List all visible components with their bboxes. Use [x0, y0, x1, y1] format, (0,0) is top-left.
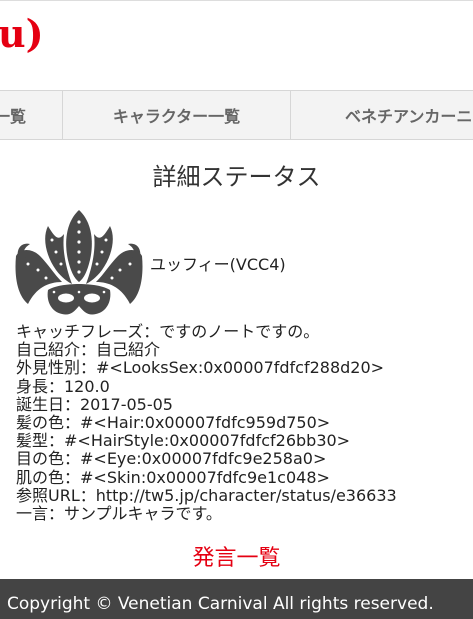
profile-birthday: 誕生日：2017-05-05	[16, 394, 173, 414]
site-header: u)	[0, 0, 473, 91]
profile-height: 身長：120.0	[16, 376, 110, 396]
posts-list-link[interactable]: 発言一覧	[0, 540, 473, 572]
site-footer: Copyright © Venetian Carnival All rights…	[0, 579, 473, 619]
nav-item-venetian-carnival[interactable]: ベネチアンカーニ	[291, 91, 473, 139]
character-profile: キャッチフレーズ：ですのノートですの。 自己紹介：自己紹介 外見性別：#<Loo…	[16, 322, 466, 524]
venetian-mask-icon	[15, 210, 143, 315]
profile-reference-url: 参照URL：http://tw5.jp/character/status/e36…	[16, 485, 397, 505]
profile-comment: 一言：サンプルキャラです。	[16, 504, 222, 524]
page-title: 詳細ステータス	[152, 163, 321, 191]
profile-hair-style: 髪型：#<HairStyle:0x00007fdfcf26bb30>	[16, 431, 351, 451]
main-nav: 一覧 キャラクター一覧 ベネチアンカーニ	[0, 90, 473, 140]
profile-skin-color: 肌の色：#<Skin:0x00007fdfc9e1c048>	[16, 467, 330, 487]
profile-hair-color: 髪の色：#<Hair:0x00007fdfc959d750>	[16, 413, 331, 433]
profile-catchphrase: キャッチフレーズ：ですのノートですの。	[16, 322, 320, 341]
profile-looks-sex: 外見性別：#<LooksSex:0x00007fdfcf288d20>	[16, 358, 385, 378]
site-logo[interactable]: u)	[0, 15, 44, 53]
profile-introduction: 自己紹介：自己紹介	[16, 340, 161, 360]
profile-eye-color: 目の色：#<Eye:0x00007fdfc9e258a0>	[16, 449, 327, 469]
nav-item-list[interactable]: 一覧	[0, 91, 63, 139]
nav-item-character-list[interactable]: キャラクター一覧	[63, 91, 291, 139]
copyright-text: Copyright © Venetian Carnival All rights…	[7, 594, 434, 614]
character-name: ユッフィー(VCC4)	[150, 255, 286, 274]
